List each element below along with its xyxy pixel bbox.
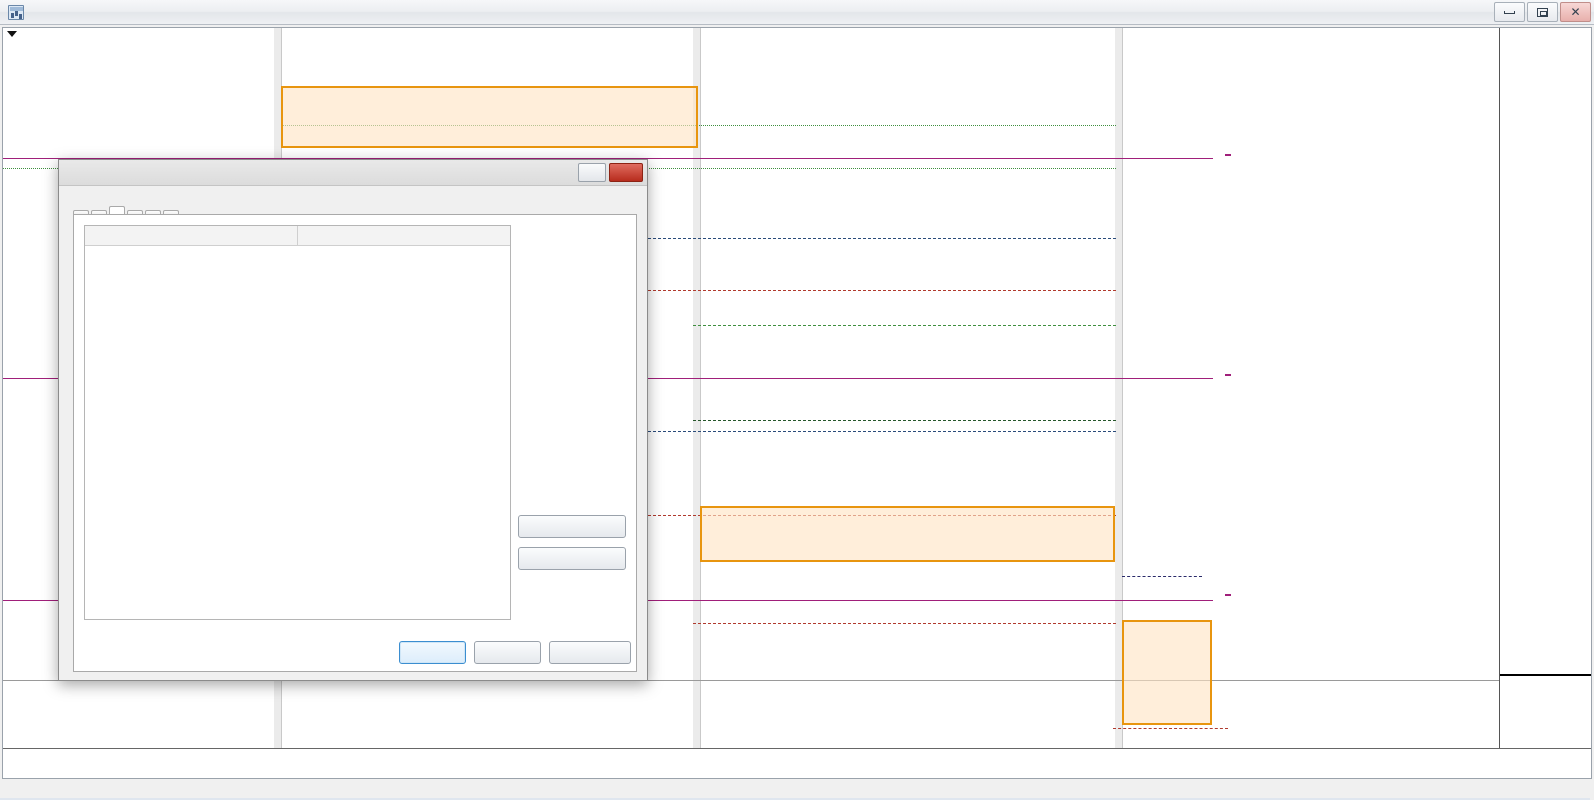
dialog-close-button[interactable] bbox=[609, 163, 643, 182]
support-line-4 bbox=[1113, 728, 1228, 729]
cancel-button[interactable] bbox=[474, 641, 541, 664]
dialog-controls bbox=[578, 163, 643, 182]
close-button[interactable]: ✕ bbox=[1560, 2, 1591, 22]
open-range-box-1 bbox=[281, 86, 698, 148]
column-header-value bbox=[297, 226, 510, 246]
close-icon: ✕ bbox=[1570, 5, 1581, 19]
window-controls: ✕ bbox=[1494, 2, 1591, 22]
column-header-variable bbox=[85, 226, 298, 246]
pivot-line bbox=[1122, 576, 1202, 577]
table-header-row bbox=[85, 226, 510, 246]
dialog-tabs bbox=[67, 192, 639, 216]
session-band bbox=[1115, 28, 1122, 750]
restore-icon bbox=[1537, 7, 1548, 17]
chevron-down-icon[interactable] bbox=[7, 31, 17, 37]
restore-button[interactable] bbox=[1527, 2, 1558, 22]
application-window: ✕ bbox=[0, 0, 1594, 800]
ok-button[interactable] bbox=[399, 641, 466, 664]
pivot-res-line bbox=[623, 431, 1116, 432]
chart-header bbox=[7, 31, 23, 37]
current-price-tag bbox=[1500, 674, 1591, 676]
price-scale[interactable] bbox=[1499, 28, 1591, 750]
minimize-button[interactable] bbox=[1494, 2, 1525, 22]
fib-line-382 bbox=[693, 420, 1116, 421]
time-axis[interactable] bbox=[3, 748, 1591, 778]
chart-window-icon bbox=[8, 4, 24, 20]
support-line-1 bbox=[623, 290, 1116, 291]
fib-line-618 bbox=[693, 325, 1116, 326]
custom-indicator-dialog[interactable] bbox=[58, 159, 648, 681]
price-box-5600 bbox=[1225, 594, 1231, 596]
session-divider bbox=[700, 28, 701, 750]
dialog-body bbox=[67, 192, 639, 672]
window-titlebar: ✕ bbox=[0, 0, 1594, 25]
parameters-grid[interactable] bbox=[84, 225, 511, 620]
price-box-5800 bbox=[1225, 154, 1231, 156]
tab-panel-inputs bbox=[73, 214, 637, 672]
tab-inputs[interactable] bbox=[109, 206, 125, 214]
restart-button[interactable] bbox=[549, 641, 631, 664]
save-button[interactable] bbox=[518, 547, 626, 570]
minimize-icon bbox=[1504, 10, 1515, 14]
dialog-titlebar bbox=[59, 160, 647, 186]
open-range-box-3 bbox=[1122, 620, 1212, 725]
open-range-box-2 bbox=[700, 506, 1115, 562]
parameters-table bbox=[85, 226, 510, 246]
price-box-5700 bbox=[1225, 374, 1231, 376]
support-line-3 bbox=[693, 623, 1116, 624]
dialog-footer bbox=[399, 641, 631, 664]
grid-side-buttons bbox=[518, 515, 626, 579]
help-button[interactable] bbox=[578, 163, 606, 182]
load-button[interactable] bbox=[518, 515, 626, 538]
